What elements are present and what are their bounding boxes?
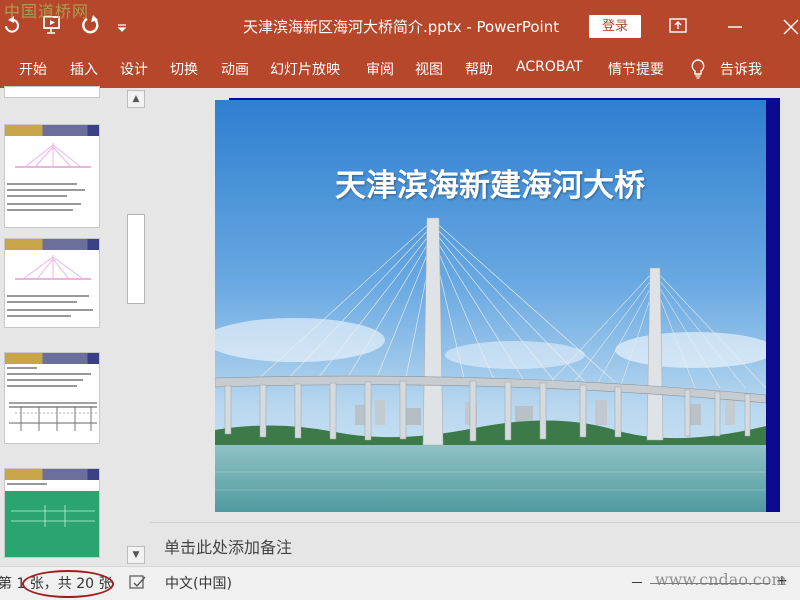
thumb-header [5,125,99,136]
tab-insert[interactable]: 插入 [70,59,98,79]
zoom-out-button[interactable]: － [630,573,644,593]
slide-thumbnail[interactable] [4,468,100,558]
slide-thumbnail[interactable] [4,86,100,98]
close-icon[interactable] [778,14,800,38]
notes-placeholder[interactable]: 单击此处添加备注 [164,534,292,558]
scroll-up-arrow-icon[interactable]: ▲ [127,90,145,108]
slide-thumbnail[interactable] [4,352,100,444]
minimize-icon[interactable] [722,14,748,38]
tab-animations[interactable]: 动画 [221,59,249,79]
current-slide[interactable]: 天津滨海新建海河大桥 [215,100,766,512]
tab-slideshow[interactable]: 幻灯片放映 [270,59,340,79]
watermark-bottom-right: www.cndao.com [655,570,787,589]
language-indicator[interactable]: 中文(中国) [165,573,232,593]
tab-review[interactable]: 审阅 [366,59,394,79]
login-button[interactable]: 登录 [589,15,641,38]
tab-help[interactable]: 帮助 [465,59,493,79]
thumb-header [5,469,99,480]
slide-title[interactable]: 天津滨海新建海河大桥 [215,160,766,205]
tab-design[interactable]: 设计 [120,59,148,79]
window-title: 天津滨海新区海河大桥简介.pptx - PowerPoint [243,18,560,36]
scroll-down-arrow-icon[interactable]: ▼ [127,546,145,564]
lightbulb-icon [691,59,705,79]
customize-qat-icon[interactable] [116,14,128,36]
thumb-header [5,353,99,364]
slide-editing-pane: 天津滨海新建海河大桥 单击此处添加备注 [150,88,800,566]
tab-transitions[interactable]: 切换 [170,59,198,79]
title-bar: 天津滨海新区海河大桥简介.pptx - PowerPoint 登录 [0,0,800,52]
spelling-check-icon[interactable] [128,574,148,592]
tell-me-search[interactable]: 告诉我 [720,59,762,79]
slide-thumbnail[interactable] [4,238,100,328]
bridge-diagram-icon [15,143,91,168]
bridge-elevation-diagram-icon [9,402,97,431]
slide-thumbnail[interactable] [4,124,100,228]
current-slide-frame[interactable]: 天津滨海新建海河大桥 [215,98,780,512]
red-circle-annotation [22,570,114,598]
thumb-header [5,239,99,250]
bridge-diagram-icon [15,255,91,280]
watermark-top-left: 中国道桥网 [4,2,90,21]
thumbnail-scrollbar[interactable]: ▲ ▼ [126,90,146,566]
bridge-plan-diagram-icon [11,505,95,527]
thumb-green-panel [5,491,99,557]
ribbon-tab-bar: 开始 插入 设计 切换 动画 幻灯片放映 审阅 视图 帮助 ACROBAT 情节… [0,52,800,88]
tab-view[interactable]: 视图 [415,59,443,79]
ribbon-display-options-icon[interactable] [665,14,691,38]
scrollbar-thumb[interactable] [127,214,145,304]
tab-acrobat[interactable]: ACROBAT [516,59,583,75]
slide-thumbnail-pane: ▲ ▼ [0,86,150,566]
notes-pane[interactable]: 单击此处添加备注 [150,522,800,566]
tab-home[interactable]: 开始 [19,59,47,79]
tab-storyboarding[interactable]: 情节提要 [608,59,664,79]
